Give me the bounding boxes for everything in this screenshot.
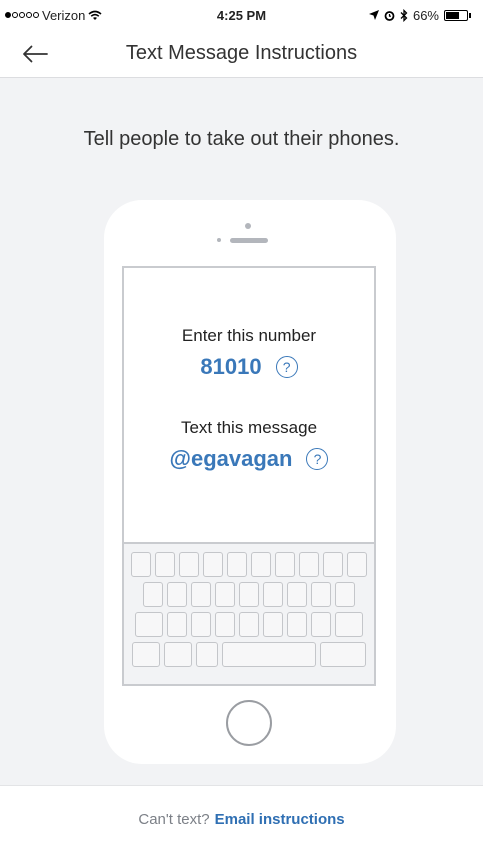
- status-left: Verizon: [5, 8, 102, 23]
- keyboard-row: [124, 552, 374, 577]
- instructions-panel: Enter this number 81010 ? Text this mess…: [124, 268, 374, 542]
- footer: Can't text? Email instructions: [0, 785, 483, 853]
- number-row: 81010 ?: [124, 354, 374, 380]
- message-label: Text this message: [180, 418, 318, 437]
- nav-bar: Text Message Instructions: [0, 30, 483, 78]
- phone-camera: [245, 223, 251, 229]
- signal-strength-icon: [5, 12, 39, 18]
- alarm-icon: [384, 10, 395, 21]
- status-right: 66%: [368, 7, 471, 23]
- phone-illustration: Enter this number 81010 ? Text this mess…: [104, 200, 396, 764]
- number-label: Enter this number: [181, 326, 317, 345]
- keyboard-row: [124, 612, 374, 637]
- status-bar: Verizon 4:25 PM 66%: [0, 0, 483, 30]
- back-button[interactable]: [22, 38, 62, 70]
- phone-home-button: [226, 700, 272, 746]
- page-title: Text Message Instructions: [125, 42, 358, 64]
- keyboard-illustration: [124, 542, 374, 684]
- message-row: @egavagan ?: [124, 446, 374, 472]
- location-arrow-icon: [368, 10, 379, 20]
- bluetooth-icon: [400, 8, 408, 22]
- phone-sensor: [217, 238, 221, 242]
- question-circle-icon[interactable]: ?: [275, 356, 298, 378]
- wifi-icon: [88, 10, 102, 20]
- phone-screen: Enter this number 81010 ? Text this mess…: [122, 266, 376, 686]
- email-instructions-link[interactable]: Email instructions: [215, 811, 345, 828]
- carrier-name: Verizon: [42, 7, 86, 23]
- question-circle-icon[interactable]: ?: [306, 448, 329, 470]
- phone-speaker: [230, 238, 268, 243]
- battery-percent: 66%: [412, 7, 439, 23]
- text-message-code: @egavagan: [169, 446, 293, 471]
- footer-prompt: Can't text?: [138, 811, 210, 828]
- short-code-number: 81010: [200, 354, 262, 379]
- battery-icon: [444, 9, 471, 21]
- headline: Tell people to take out their phones.: [83, 128, 400, 150]
- keyboard-row: [124, 582, 374, 607]
- back-arrow-icon: [23, 45, 48, 63]
- keyboard-row: [124, 642, 374, 667]
